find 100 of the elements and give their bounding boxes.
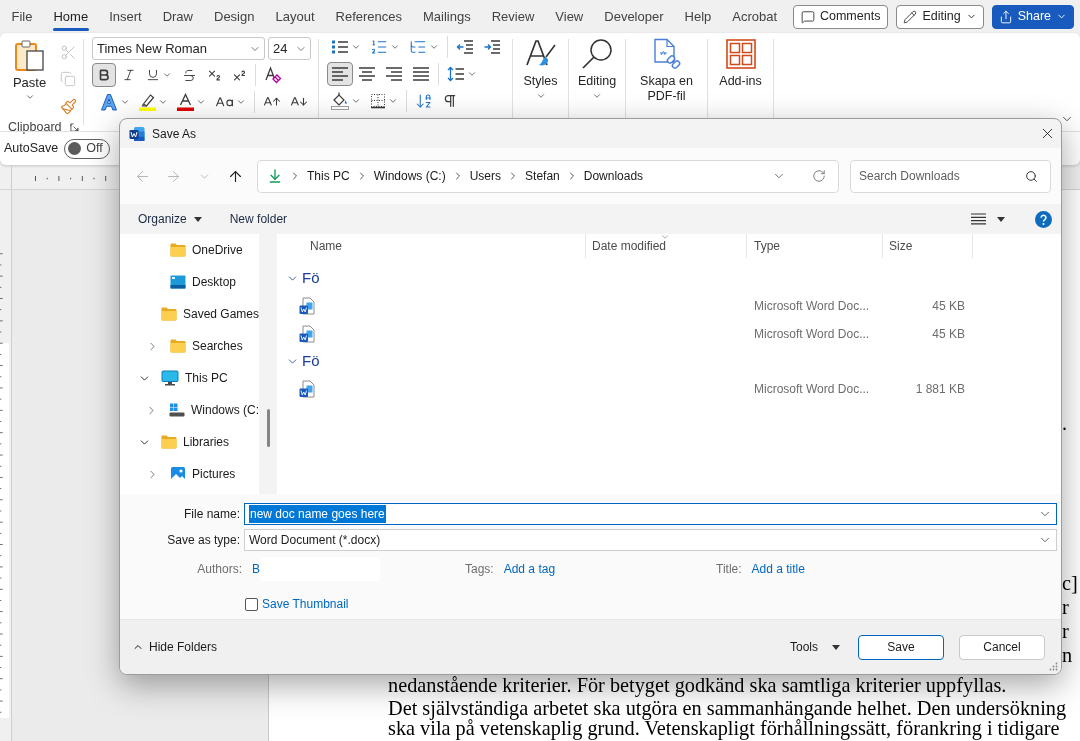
- bold-button[interactable]: [92, 63, 116, 87]
- nav-item[interactable]: OneDrive: [170, 241, 243, 259]
- comments-button[interactable]: Comments: [792, 4, 889, 29]
- search-icon: [1025, 169, 1038, 183]
- caret-icon: [351, 42, 361, 52]
- cancel-button[interactable]: Cancel: [959, 634, 1045, 660]
- folder-icon: [170, 243, 186, 257]
- word-document-icon: [299, 297, 315, 315]
- breadcrumb-item[interactable]: Stefan: [525, 167, 560, 185]
- ribbon-tab[interactable]: Acrobat: [721, 1, 788, 32]
- column-header[interactable]: Date modified: [586, 234, 747, 258]
- paragraph: nedanstående kriterier. För betyget godkänd ska samtliga kriterier uppfyllas.: [388, 675, 1007, 695]
- folder-icon: [161, 435, 177, 449]
- search-field[interactable]: Search Downloads: [850, 159, 1051, 193]
- editing-mode-button[interactable]: Editing: [896, 4, 984, 29]
- left-button[interactable]: [327, 62, 353, 86]
- nav-item[interactable]: Desktop: [170, 273, 237, 291]
- caret-icon: [196, 97, 206, 107]
- caret-icon: [120, 97, 130, 107]
- group-header[interactable]: Fö: [277, 265, 320, 292]
- nav-item[interactable]: Windows (C:: [169, 401, 259, 419]
- caret-icon: [390, 42, 400, 52]
- ribbon-tab[interactable]: Mailings: [412, 1, 482, 32]
- resize-grip-icon[interactable]: [1049, 662, 1058, 671]
- save-button[interactable]: Save: [858, 634, 944, 660]
- superscript-icon: [231, 67, 247, 83]
- tools-button[interactable]: Tools: [786, 635, 844, 659]
- letter-a-icon: [100, 93, 118, 111]
- property-link[interactable]: B: [252, 560, 260, 578]
- dialog-title: Save As: [152, 125, 197, 143]
- organize-button[interactable]: Organize: [130, 206, 210, 232]
- group-header[interactable]: Fö: [277, 348, 320, 375]
- help-icon[interactable]: [1035, 210, 1052, 228]
- caret-icon: [535, 91, 546, 101]
- address-bar[interactable]: This PC Windows (C:) Users Stefan Downloads: [257, 159, 839, 193]
- download-icon: [267, 168, 283, 184]
- share-button[interactable]: Share: [991, 4, 1074, 29]
- text-fragment: r: [1062, 619, 1070, 643]
- type-cell: Microsoft Word Doc...: [754, 299, 870, 313]
- breadcrumb-item[interactable]: This PC: [307, 167, 350, 185]
- ribbon-tab[interactable]: Insert: [98, 1, 153, 32]
- nav-item[interactable]: Searches: [170, 337, 243, 355]
- ribbon-tab[interactable]: Help: [674, 1, 722, 32]
- dialog-launcher-icon[interactable]: [70, 122, 79, 132]
- caret-icon: [997, 216, 1005, 222]
- scrollbar-thumb[interactable]: [266, 409, 270, 447]
- subscript-icon: [206, 67, 222, 83]
- share-icon: [998, 9, 1013, 24]
- font-name-field[interactable]: Times New Roman: [92, 37, 265, 60]
- numbered-list-icon: [370, 38, 388, 56]
- increase-indent-icon: [483, 39, 501, 55]
- breadcrumb-item[interactable]: Users: [469, 167, 502, 185]
- new-folder-button[interactable]: New folder: [221, 206, 296, 232]
- nav-item[interactable]: Pictures: [170, 465, 236, 483]
- ribbon-tab[interactable]: Home: [42, 1, 99, 32]
- breadcrumb-item[interactable]: Downloads: [583, 167, 644, 185]
- scissors-icon: [59, 43, 77, 61]
- ribbon-tab[interactable]: View: [544, 1, 594, 32]
- ribbon-tab[interactable]: Design: [203, 1, 265, 32]
- nav-item[interactable]: This PC: [161, 369, 228, 387]
- ribbon-tab[interactable]: Draw: [152, 1, 204, 32]
- toggle-knob-icon: [68, 142, 82, 155]
- save-as-type-dropdown[interactable]: Word Document (*.docx): [244, 529, 1057, 551]
- checkbox-label[interactable]: Save Thumbnail: [262, 595, 349, 613]
- ribbon-tab[interactable]: File: [1, 1, 43, 32]
- add-ins-button[interactable]: Add-ins: [708, 33, 773, 131]
- clear-formatting-icon: [264, 66, 282, 84]
- caret-icon: [592, 91, 602, 101]
- breadcrumb-item[interactable]: Windows (C:): [373, 167, 446, 185]
- nav-item[interactable]: Libraries: [161, 433, 230, 451]
- italic-icon: [122, 68, 136, 82]
- property-label: Authors:: [196, 561, 242, 578]
- file-name-field[interactable]: new doc name goes here: [244, 503, 1057, 525]
- comment-icon: [800, 9, 815, 24]
- refresh-icon[interactable]: [812, 169, 826, 183]
- nav-item[interactable]: Saved Games: [160, 305, 259, 323]
- checkbox[interactable]: [245, 597, 258, 611]
- align-center-icon: [358, 66, 376, 82]
- bold-icon: [97, 68, 111, 82]
- ribbon-tab[interactable]: Layout: [264, 1, 325, 32]
- column-header[interactable]: Name: [277, 234, 586, 258]
- caret-icon: [24, 92, 35, 102]
- field-label: Save as type:: [166, 532, 240, 549]
- ribbon-tab[interactable]: Review: [481, 1, 545, 32]
- column-header[interactable]: Type: [747, 234, 883, 258]
- font-size-field[interactable]: 24: [268, 37, 311, 60]
- word-document-icon: [299, 380, 315, 398]
- caret-icon: [193, 216, 202, 222]
- paste-button[interactable]: Paste: [8, 40, 51, 118]
- size-cell-text: 1 881 KB: [915, 381, 965, 398]
- property-link[interactable]: Add a tag: [503, 560, 556, 578]
- ribbon-tab[interactable]: References: [325, 1, 413, 32]
- word-app-icon: [129, 125, 145, 142]
- text-fragment: n: [1062, 643, 1074, 667]
- hide-folders-button[interactable]: Hide Folders: [132, 638, 218, 656]
- column-header[interactable]: Size: [883, 234, 973, 258]
- decrease-indent-icon: [456, 39, 474, 55]
- property-link[interactable]: Add a title: [751, 560, 805, 578]
- autosave-toggle[interactable]: Off: [64, 138, 111, 159]
- ribbon-tab[interactable]: Developer: [593, 1, 675, 32]
